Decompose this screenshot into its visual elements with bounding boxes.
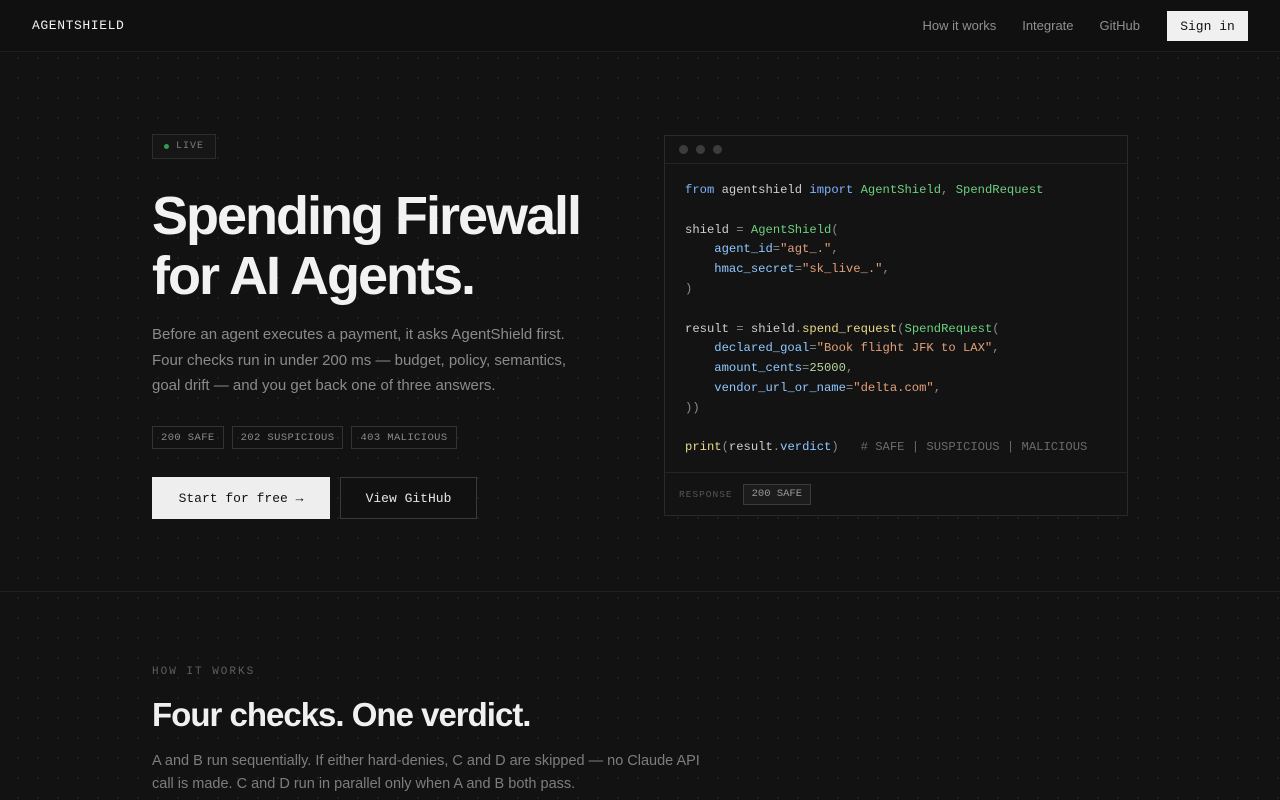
sign-in-button[interactable]: Sign in bbox=[1167, 11, 1248, 41]
section-divider bbox=[0, 591, 1280, 592]
window-dot-icon bbox=[679, 145, 688, 154]
window-dot-icon bbox=[713, 145, 722, 154]
nav-link-how-it-works[interactable]: How it works bbox=[923, 18, 997, 33]
code-line: )) bbox=[685, 400, 700, 415]
nav-link-github[interactable]: GitHub bbox=[1100, 18, 1140, 33]
verdict-tags: 200 SAFE 202 SUSPICIOUS 403 MALICIOUS bbox=[152, 426, 457, 449]
window-title-bar bbox=[665, 136, 1127, 164]
code-line: agent_id="agt_.", bbox=[714, 242, 839, 257]
top-nav: AGENTSHIELD How it works Integrate GitHu… bbox=[0, 0, 1280, 52]
verdict-tag-safe: 200 SAFE bbox=[152, 426, 224, 449]
code-line: result = shield.spend_request(SpendReque… bbox=[685, 321, 1000, 336]
code-snippet: from agentshield import AgentShield, Spe… bbox=[665, 164, 1127, 458]
code-line: print(result.verdict) # SAFE | SUSPICIOU… bbox=[685, 440, 1088, 455]
code-line: amount_cents=25000, bbox=[714, 361, 854, 376]
nav-links: How it works Integrate GitHub bbox=[923, 18, 1140, 33]
brand-logo[interactable]: AGENTSHIELD bbox=[32, 18, 124, 33]
hero-title: Spending Firewall for AI Agents. bbox=[152, 186, 622, 306]
code-window: from agentshield import AgentShield, Spe… bbox=[664, 135, 1128, 516]
verdict-tag-malicious: 403 MALICIOUS bbox=[351, 426, 457, 449]
how-it-works-description: A and B run sequentially. If either hard… bbox=[152, 753, 700, 792]
code-line: shield = AgentShield( bbox=[685, 222, 839, 237]
response-value-badge: 200 SAFE bbox=[742, 483, 812, 505]
code-line: declared_goal="Book flight JFK to LAX", bbox=[714, 341, 1000, 356]
hero-cta-group: Start for free → View GitHub bbox=[152, 477, 477, 519]
how-it-works-eyebrow: HOW IT WORKS bbox=[152, 666, 256, 678]
code-line: hmac_secret="sk_live_.", bbox=[714, 262, 890, 277]
start-for-free-button[interactable]: Start for free → bbox=[152, 477, 330, 519]
view-github-button[interactable]: View GitHub bbox=[340, 477, 477, 519]
window-dot-icon bbox=[696, 145, 705, 154]
response-bar: RESPONSE 200 SAFE bbox=[665, 472, 1127, 515]
live-status-dot-icon bbox=[164, 144, 169, 149]
live-badge: LIVE bbox=[152, 134, 216, 159]
how-it-works-title: Four checks. One verdict. bbox=[152, 696, 531, 733]
nav-link-integrate[interactable]: Integrate bbox=[1022, 18, 1073, 33]
hero-description: Before an agent executes a payment, it a… bbox=[152, 326, 567, 394]
code-line: from agentshield import AgentShield, Spe… bbox=[685, 183, 1044, 197]
code-line: vendor_url_or_name="delta.com", bbox=[714, 380, 942, 395]
verdict-tag-suspicious: 202 SUSPICIOUS bbox=[231, 426, 344, 449]
code-line: ) bbox=[685, 281, 693, 296]
live-badge-label: LIVE bbox=[176, 141, 205, 152]
hero-title-line-2: for AI Agents. bbox=[152, 246, 476, 306]
hero-title-line-1: Spending Firewall bbox=[152, 186, 582, 246]
response-label: RESPONSE bbox=[679, 488, 733, 500]
